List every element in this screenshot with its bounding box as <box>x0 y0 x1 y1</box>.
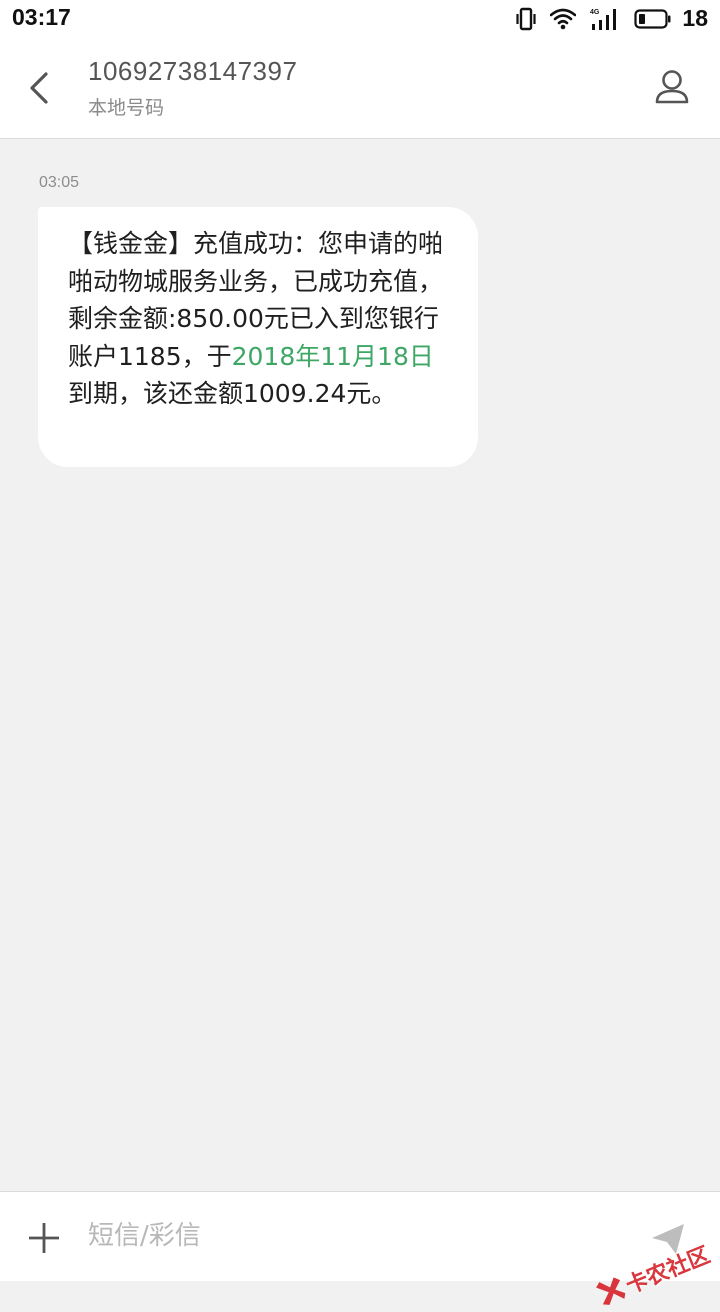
message-timestamp: 03:05 <box>39 174 80 191</box>
conversation-header: 10692738147397 本地号码 <box>0 38 720 139</box>
plus-icon <box>29 1223 59 1253</box>
message-thread[interactable]: 03:05 【钱金金】充值成功：您申请的啪啪动物城服务业务，已成功充值，剩余金额… <box>0 139 720 1191</box>
chevron-left-icon <box>30 72 48 104</box>
battery-level: 18 <box>682 5 708 31</box>
message-text-end: 到期，该还金额1009.24元。 <box>68 379 397 408</box>
status-time: 03:17 <box>12 4 71 30</box>
contact-subtitle: 本地号码 <box>88 97 165 119</box>
svg-text:4G: 4G <box>590 9 600 16</box>
contact-number: 10692738147397 <box>88 56 298 86</box>
compose-bar: 卡农社区 <box>0 1191 720 1305</box>
add-attachment-button[interactable] <box>26 1220 62 1256</box>
status-bar: 03:17 4G 18 <box>0 0 720 38</box>
signal-4g-icon: 4G <box>590 8 617 30</box>
person-icon <box>655 70 689 104</box>
vibrate-icon <box>516 7 537 30</box>
contact-details-button[interactable] <box>652 64 692 112</box>
back-button[interactable] <box>20 64 60 112</box>
message-bubble[interactable]: 【钱金金】充值成功：您申请的啪啪动物城服务业务，已成功充值，剩余金额:850.0… <box>38 207 478 467</box>
date-link[interactable]: 2018年11月18日 <box>232 342 434 371</box>
battery-icon <box>634 8 671 29</box>
message-text: 【钱金金】充值成功：您申请的啪啪动物城服务业务，已成功充值，剩余金额:850.0… <box>68 225 458 413</box>
wifi-icon <box>550 8 577 29</box>
status-icons: 4G 18 <box>516 5 708 32</box>
message-input[interactable] <box>88 1214 568 1258</box>
